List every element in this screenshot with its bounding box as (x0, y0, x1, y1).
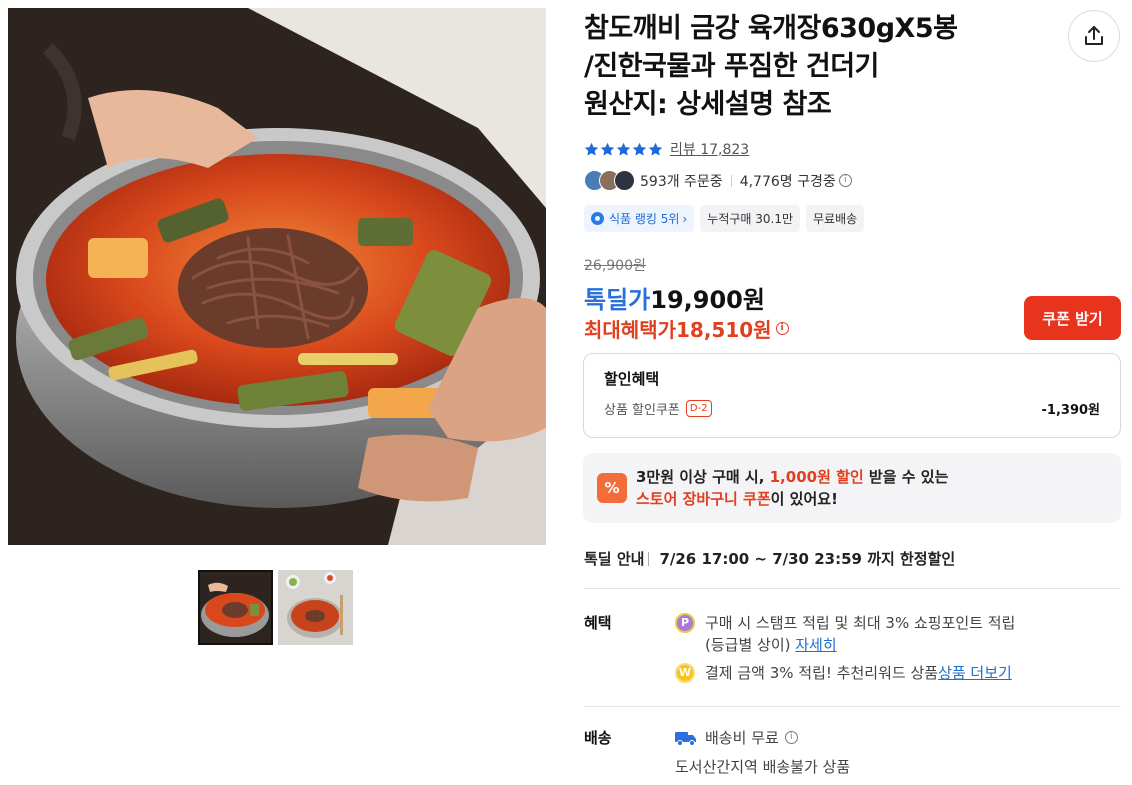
thumbnail-2[interactable] (278, 570, 353, 645)
delivery-fee: 배송비 무료 (705, 729, 779, 747)
deal-info-text: 7/26 17:00 ~ 7/30 23:59 까지 한정할인 (659, 550, 956, 568)
buyer-avatars (584, 170, 635, 191)
viewers-count: 4,776명 구경중 (739, 173, 836, 190)
orders-count: 593개 주문중 (640, 173, 723, 190)
review-count: 17,823 (700, 142, 750, 158)
deal-price-value: 19,900원 (650, 286, 765, 314)
star-icon (584, 142, 599, 155)
delivery-note: 도서산간지역 배송불가 상품 (675, 758, 851, 776)
dday-badge: D-2 (685, 400, 712, 417)
star-icon (632, 142, 647, 155)
share-button[interactable] (1068, 10, 1120, 62)
divider (648, 551, 650, 566)
deal-price: 톡딜가19,900원 (584, 280, 765, 315)
cart-coupon-line1-post: 받을 수 있는 (863, 468, 949, 486)
won-coin-icon: W (675, 662, 695, 683)
section-divider (584, 588, 1121, 589)
star-icon (600, 142, 615, 155)
delivery-fee-row: 배송비 무료 i (675, 727, 798, 748)
details-link[interactable]: 자세히 (795, 636, 836, 654)
cart-coupon-banner[interactable]: % 3만원 이상 구매 시, 1,000원 할인 받을 수 있는 스토어 장바구… (583, 453, 1121, 523)
review-label: 리뷰 (670, 142, 696, 158)
benefit-point-line-1: 구매 시 스탬프 적립 및 최대 3% 쇼핑포인트 적립 (705, 614, 1016, 632)
rating-row: 리뷰 17,823 (584, 139, 749, 159)
benefit-point: P 구매 시 스탬프 적립 및 최대 3% 쇼핑포인트 적립 (등급별 상이) … (675, 612, 1015, 656)
thumbnail-1[interactable] (198, 570, 273, 645)
info-icon[interactable]: i (784, 731, 798, 744)
star-icon (648, 142, 663, 155)
deal-info: 톡딜 안내 7/26 17:00 ~ 7/30 23:59 까지 한정할인 (584, 548, 955, 569)
max-benefit-value: 18,510원 (676, 318, 772, 342)
discount-row: 상품 할인쿠폰 D-2 -1,390원 (604, 399, 1100, 418)
thumbnail-strip (198, 570, 353, 645)
review-link[interactable]: 리뷰 17,823 (670, 139, 749, 159)
max-benefit-label: 최대혜택가 (584, 318, 676, 342)
delivery-label: 배송 (584, 729, 612, 747)
rating-stars (584, 142, 663, 157)
star-icon (616, 142, 631, 155)
point-coin-icon: P (675, 613, 695, 633)
cart-coupon-line2-post: 이 있어요! (770, 490, 838, 508)
ranking-tag-label: 식품 랭킹 5위 (609, 212, 680, 226)
get-coupon-button[interactable]: 쿠폰 받기 (1024, 296, 1121, 340)
tag-list: 식품 랭킹 5위 › 누적구매 30.1만 무료배송 (584, 205, 865, 232)
chevron-right-icon: › (682, 211, 688, 226)
benefit-point-text: 구매 시 스탬프 적립 및 최대 3% 쇼핑포인트 적립 (등급별 상이) 자세… (705, 612, 1015, 656)
section-divider (584, 706, 1121, 707)
divider (730, 174, 732, 187)
main-product-image[interactable] (8, 8, 546, 545)
info-icon[interactable]: i (838, 174, 852, 187)
product-title: 참도깨비 금강 육개장630gX5봉 /진한국물과 푸짐한 건더기 원산지: 상… (584, 10, 1044, 124)
coupon-label: 상품 할인쿠폰 (604, 403, 680, 418)
more-products-link[interactable]: 상품 더보기 (938, 662, 1012, 683)
avatar (614, 170, 635, 191)
product-title-line-3: 원산지: 상세설명 참조 (584, 89, 832, 120)
product-title-line-1: 참도깨비 금강 육개장630gX5봉 (584, 13, 958, 44)
free-shipping-tag: 무료배송 (806, 205, 865, 232)
share-icon (1085, 26, 1103, 45)
ranking-tag[interactable]: 식품 랭킹 5위 › (584, 205, 695, 232)
deal-price-label: 톡딜가 (584, 286, 651, 314)
cart-coupon-line1-highlight: 1,000원 할인 (769, 468, 864, 486)
original-price: 26,900원 (584, 258, 646, 274)
cart-coupon-text: 3만원 이상 구매 시, 1,000원 할인 받을 수 있는 스토어 장바구니 … (636, 466, 948, 510)
percent-icon: % (597, 473, 627, 503)
benefits-label: 혜택 (584, 614, 612, 632)
ranking-badge-icon (591, 212, 604, 225)
cumulative-purchase-tag: 누적구매 30.1만 (700, 205, 801, 232)
info-icon[interactable]: i (775, 322, 789, 335)
product-title-line-2: /진한국물과 푸짐한 건더기 (584, 51, 879, 82)
benefit-reward-text: 결제 금액 3% 적립! 추천리워드 상품 (705, 664, 939, 682)
cart-coupon-line-1: 3만원 이상 구매 시, 1,000원 할인 받을 수 있는 (636, 466, 948, 488)
max-benefit-price: 최대혜택가 18,510원 i (584, 314, 789, 343)
benefit-point-note: (등급별 상이) (705, 636, 796, 654)
discount-amount: -1,390원 (1041, 403, 1100, 418)
discount-title: 할인혜택 (604, 370, 660, 388)
discount-box: 할인혜택 상품 할인쿠폰 D-2 -1,390원 (583, 353, 1121, 438)
cart-coupon-line1-pre: 3만원 이상 구매 시, (636, 468, 770, 486)
benefit-point-line-2: (등급별 상이) 자세히 (705, 634, 1015, 656)
truck-icon (675, 731, 696, 746)
cart-coupon-line2-highlight: 스토어 장바구니 쿠폰 (636, 490, 771, 508)
deal-info-label: 톡딜 안내 (584, 550, 645, 568)
cart-coupon-line-2: 스토어 장바구니 쿠폰이 있어요! (636, 488, 948, 510)
buyers-row: 593개 주문중 4,776명 구경중 i (584, 170, 852, 191)
benefit-reward: W 결제 금액 3% 적립! 추천리워드 상품 상품 더보기 (675, 662, 1012, 683)
